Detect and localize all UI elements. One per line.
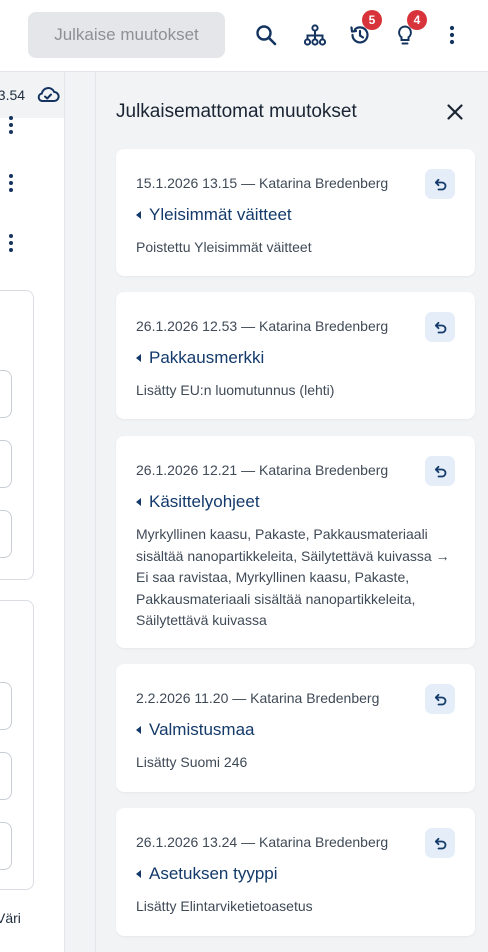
panel-divider — [64, 72, 96, 952]
undo-change-button[interactable] — [425, 456, 455, 486]
change-field-title: Pakkausmerkki — [149, 348, 265, 367]
saved-time: 13.54 — [0, 87, 26, 103]
change-meta: 15.1.2026 13.15 — Katarina Bredenberg — [136, 175, 389, 191]
more-vertical-icon — [449, 25, 455, 45]
drawer-title: Julkaisemattomat muutokset — [116, 101, 357, 122]
change-description: Poistettu Yleisimmät väitteet — [136, 239, 312, 255]
change-meta: 26.1.2026 12.21 — Katarina Bredenberg — [136, 462, 389, 478]
undo-change-button[interactable] — [425, 684, 455, 714]
chevron-left-icon — [136, 498, 141, 506]
unpublished-changes-drawer: Julkaisemattomat muutokset 15.1.2026 13.… — [96, 72, 488, 952]
form-field[interactable] — [0, 440, 12, 488]
change-card: 2.2.2026 11.20 — Katarina Bredenberg Val… — [116, 664, 475, 792]
row-menu-button[interactable] — [5, 174, 17, 194]
undo-icon — [434, 321, 447, 334]
change-description: Lisätty EU:n luomutunnus (lehti) — [136, 382, 335, 398]
change-meta: 26.1.2026 13.24 — Katarina Bredenberg — [136, 834, 389, 850]
hierarchy-button[interactable] — [298, 18, 332, 52]
sitemap-icon — [303, 24, 327, 46]
change-field-title: Käsittelyohjeet — [149, 492, 260, 511]
change-field-title: Asetuksen tyyppi — [149, 864, 278, 883]
top-bar: Julkaise muutokset 5 4 — [0, 0, 488, 72]
cloud-check-icon — [37, 87, 60, 103]
change-field-link[interactable]: Käsittelyohjeet — [136, 492, 260, 512]
form-field[interactable] — [0, 510, 12, 558]
row-menu-button[interactable] — [5, 116, 17, 136]
ideas-button[interactable]: 4 — [388, 10, 427, 52]
change-description: Lisätty Suomi 246 — [136, 754, 248, 770]
undo-change-button[interactable] — [425, 312, 455, 342]
close-drawer-button[interactable] — [445, 102, 465, 122]
undo-change-button[interactable] — [425, 169, 455, 199]
ideas-count-badge: 4 — [407, 10, 427, 30]
undo-icon — [434, 178, 447, 191]
form-field[interactable] — [0, 752, 12, 800]
more-menu-button[interactable] — [435, 18, 469, 52]
change-field-link[interactable]: Yleisimmät väitteet — [136, 205, 292, 225]
change-meta: 2.2.2026 11.20 — Katarina Bredenberg — [136, 690, 380, 706]
search-icon — [256, 25, 277, 46]
form-field[interactable] — [0, 822, 12, 870]
form-field[interactable] — [0, 682, 12, 730]
close-icon — [447, 104, 463, 120]
chevron-left-icon — [136, 726, 141, 734]
history-button[interactable]: 5 — [343, 10, 382, 52]
history-count-badge: 5 — [362, 10, 382, 30]
change-field-link[interactable]: Asetuksen tyyppi — [136, 864, 278, 884]
change-field-title: Valmistusmaa — [149, 720, 255, 739]
change-card: 26.1.2026 12.53 — Katarina Bredenberg Pa… — [116, 292, 475, 419]
publish-changes-button[interactable]: Julkaise muutokset — [28, 12, 225, 58]
field-label: Väri — [0, 910, 21, 926]
form-field[interactable] — [0, 370, 12, 418]
undo-icon — [434, 837, 447, 850]
change-card: 15.1.2026 13.15 — Katarina Bredenberg Yl… — [116, 149, 475, 276]
chevron-left-icon — [136, 870, 141, 878]
change-field-link[interactable]: Pakkausmerkki — [136, 348, 264, 368]
undo-change-button[interactable] — [425, 828, 455, 858]
change-description: Lisätty Elintarviketietoasetus — [136, 898, 313, 914]
chevron-left-icon — [136, 354, 141, 362]
undo-icon — [434, 693, 447, 706]
change-description: Myrkyllinen kaasu, Pakaste, Pakkausmater… — [136, 526, 450, 628]
undo-icon — [434, 465, 447, 478]
change-card: 26.1.2026 12.21 — Katarina Bredenberg Kä… — [116, 436, 475, 648]
change-meta: 26.1.2026 12.53 — Katarina Bredenberg — [136, 318, 389, 334]
search-button[interactable] — [249, 18, 283, 52]
change-field-title: Yleisimmät väitteet — [149, 205, 292, 224]
row-menu-button[interactable] — [5, 234, 17, 254]
change-field-link[interactable]: Valmistusmaa — [136, 720, 255, 740]
chevron-left-icon — [136, 211, 141, 219]
change-card: 26.1.2026 13.24 — Katarina Bredenberg As… — [116, 808, 475, 936]
